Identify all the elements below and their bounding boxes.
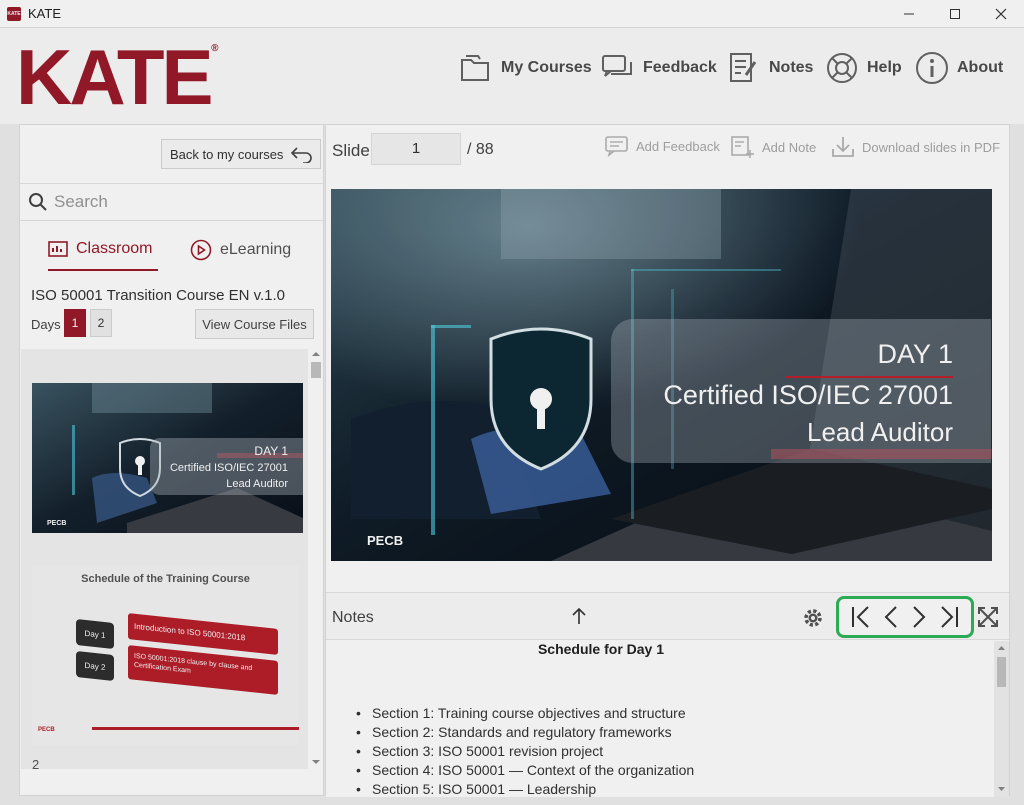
- add-note-button[interactable]: Add Note: [730, 135, 816, 159]
- thumb-course-label: Certified ISO/IEC 27001: [169, 462, 288, 474]
- nav-label: My Courses: [501, 59, 592, 76]
- thumb-day1-box: Day 1: [76, 619, 114, 649]
- notes-icon: [730, 53, 757, 82]
- play-circle-icon: [190, 239, 212, 261]
- gear-icon[interactable]: [801, 606, 825, 630]
- notes-title: Schedule for Day 1: [537, 641, 665, 657]
- list-item: Section 2: Standards and regulatory fram…: [356, 723, 694, 742]
- app-window: KATE KATE KATE ® My Courses Feedback Note…: [0, 0, 1024, 805]
- day-1-button[interactable]: 1: [64, 309, 86, 337]
- nav-label: Notes: [769, 59, 814, 76]
- previous-slide-icon[interactable]: [882, 605, 900, 629]
- notes-toolbar: Notes: [326, 592, 1009, 640]
- list-item: Section 4: ISO 50001 — Context of the or…: [356, 761, 694, 780]
- add-note-icon: [731, 136, 754, 158]
- fullscreen-icon[interactable]: [976, 605, 1000, 629]
- tool-label: Download slides in PDF: [862, 139, 1001, 155]
- thumb-brand: PECB: [47, 520, 67, 527]
- nav-help[interactable]: Help: [824, 50, 902, 86]
- chat-icon: [602, 55, 632, 77]
- tab-label: Classroom: [76, 240, 153, 257]
- minimize-button[interactable]: [886, 0, 932, 28]
- slide-thumbnail-2[interactable]: Schedule of the Training Course Day 1 Da…: [32, 565, 299, 745]
- tab-label: eLearning: [220, 241, 292, 258]
- sidebar-scrollbar[interactable]: [309, 349, 323, 769]
- last-slide-icon[interactable]: [938, 605, 960, 629]
- slide-day-label: DAY 1: [877, 339, 953, 369]
- back-to-courses-button[interactable]: Back to my courses: [161, 139, 321, 169]
- slide-brand: PECB: [367, 533, 404, 548]
- download-pdf-button[interactable]: Download slides in PDF: [830, 135, 1000, 159]
- arrow-up-icon[interactable]: [571, 607, 587, 625]
- maximize-icon: [950, 9, 960, 19]
- slide-number-input[interactable]: 1: [371, 133, 461, 165]
- nav-my-courses[interactable]: My Courses: [458, 50, 592, 86]
- lifebuoy-icon: [827, 53, 857, 83]
- slide-title-box: DAY 1 Certified ISO/IEC 27001 Lead Audit…: [611, 319, 991, 463]
- search-icon: [29, 193, 47, 211]
- folder-icon: [461, 55, 489, 81]
- nav-label: Feedback: [643, 59, 717, 76]
- add-feedback-button[interactable]: Add Feedback: [604, 135, 720, 157]
- nav-notes[interactable]: Notes: [726, 50, 813, 86]
- thumbnail-page-number: 2: [32, 757, 40, 772]
- slide-label: Slide: [332, 141, 370, 160]
- search-input[interactable]: Search: [54, 192, 108, 212]
- download-icon: [832, 137, 854, 157]
- slide-course-label: Certified ISO/IEC 27001: [663, 380, 953, 410]
- maximize-button[interactable]: [932, 0, 978, 28]
- feedback-icon: [605, 136, 628, 157]
- thumb2-brand: PECB: [38, 727, 55, 733]
- classroom-icon: [48, 241, 68, 257]
- next-slide-icon[interactable]: [910, 605, 928, 629]
- tool-label: Add Note: [762, 139, 817, 155]
- back-label: Back to my courses: [170, 146, 284, 162]
- close-icon: [995, 8, 1007, 20]
- minimize-icon: [904, 13, 914, 15]
- notes-content: Schedule for Day 1 Section 1: Training c…: [326, 641, 994, 797]
- close-button[interactable]: [978, 0, 1024, 28]
- day-2-button[interactable]: 2: [90, 309, 112, 337]
- slide-total: / 88: [467, 141, 494, 158]
- undo-arrow-icon: [291, 147, 313, 163]
- slide-thumbnail-1[interactable]: DAY 1 Certified ISO/IEC 27001 Lead Audit…: [32, 383, 303, 533]
- thumb-day-label: DAY 1: [254, 444, 288, 458]
- tab-elearning[interactable]: eLearning: [190, 229, 291, 271]
- kate-logo: KATE ®: [16, 33, 219, 121]
- slide-viewer[interactable]: DAY 1 Certified ISO/IEC 27001 Lead Audit…: [331, 189, 992, 561]
- course-sidebar: Back to my courses Search Classroom eLea…: [19, 124, 325, 796]
- thumb-day2-box: Day 2: [76, 651, 114, 681]
- slide-role-label: Lead Auditor: [806, 417, 953, 447]
- content-panel: Slide 1 / 88 Add Feedback Add Note Downl…: [325, 124, 1010, 797]
- slide-title-divider: [785, 376, 953, 378]
- first-slide-icon[interactable]: [850, 605, 872, 629]
- notes-list: Section 1: Training course objectives an…: [356, 704, 694, 797]
- nav-about[interactable]: About: [914, 50, 1003, 86]
- days-label: Days: [31, 317, 61, 332]
- nav-feedback[interactable]: Feedback: [600, 50, 717, 86]
- notes-scrollbar[interactable]: [994, 641, 1009, 797]
- slide-navigation-controls: [836, 596, 974, 638]
- slide-thumbnail-list: DAY 1 Certified ISO/IEC 27001 Lead Audit…: [21, 349, 308, 769]
- nav-label: About: [957, 59, 1004, 76]
- nav-label: Help: [867, 59, 902, 76]
- title-bar: KATE KATE: [0, 0, 1024, 28]
- info-icon: [916, 52, 948, 84]
- course-title: ISO 50001 Transition Course EN v.1.0: [31, 287, 286, 304]
- window-title: KATE: [28, 6, 61, 21]
- tool-label: Add Feedback: [636, 138, 720, 154]
- view-course-files-button[interactable]: View Course Files: [195, 309, 314, 339]
- app-header: KATE ® My Courses Feedback Notes Help Abo…: [0, 28, 1024, 124]
- sidebar-search[interactable]: Search: [20, 183, 325, 221]
- notes-label: Notes: [332, 609, 374, 626]
- thumb-schedule-title: Schedule of the Training Course: [81, 573, 250, 585]
- app-icon: KATE: [7, 7, 21, 21]
- list-item: Section 5: ISO 50001 — Leadership: [356, 780, 694, 797]
- tab-classroom[interactable]: Classroom: [48, 229, 158, 271]
- thumb-role-label: Lead Auditor: [226, 478, 288, 490]
- list-item: Section 1: Training course objectives an…: [356, 704, 694, 723]
- list-item: Section 3: ISO 50001 revision project: [356, 742, 694, 761]
